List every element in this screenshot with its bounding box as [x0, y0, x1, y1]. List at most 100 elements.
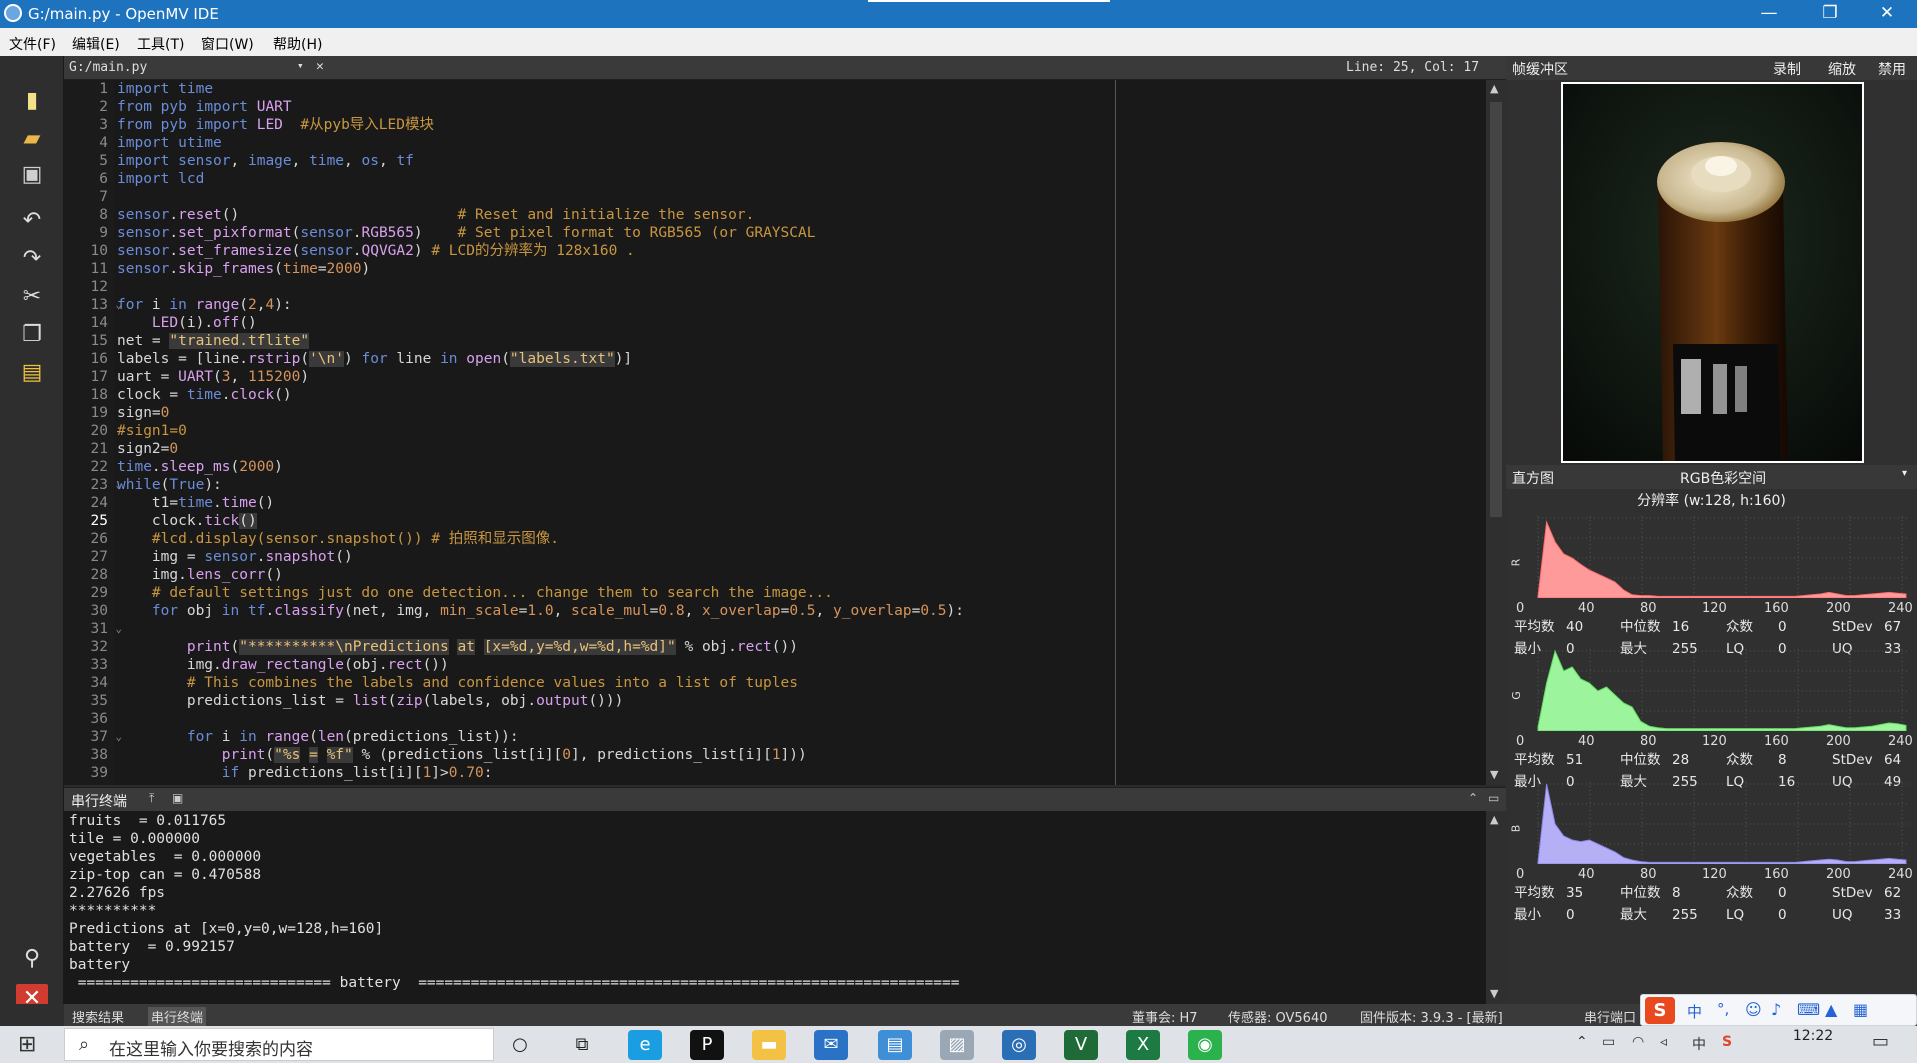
tray-chevron-icon[interactable]: ⌃: [1576, 1034, 1588, 1050]
code-line[interactable]: [117, 188, 1486, 206]
menu-file[interactable]: 文件(F): [9, 34, 56, 54]
code-line[interactable]: [117, 278, 1486, 296]
code-line[interactable]: # default settings just do one detection…: [117, 584, 1486, 602]
code-line[interactable]: t1=time.time(): [117, 494, 1486, 512]
code-line[interactable]: from pyb import UART: [117, 98, 1486, 116]
file-explorer-icon[interactable]: ▬: [752, 1030, 786, 1060]
menu-help[interactable]: 帮助(H): [273, 34, 322, 54]
scroll-up-icon[interactable]: ▲: [1490, 813, 1498, 826]
code-line[interactable]: import time: [117, 80, 1486, 98]
terminal-maximize-icon[interactable]: ▭: [1488, 791, 1499, 805]
emoji-icon[interactable]: ☺: [1745, 1000, 1762, 1019]
code-line[interactable]: if predictions_list[i][1]>0.70:: [117, 764, 1486, 782]
editor-scrollbar[interactable]: ▲ ▼: [1486, 80, 1506, 785]
tab-search-results[interactable]: 搜索结果: [72, 1007, 124, 1026]
scroll-down-icon[interactable]: ▼: [1490, 768, 1498, 781]
code-line[interactable]: sensor.reset() # Reset and initialize th…: [117, 206, 1486, 224]
menu-edit[interactable]: 编辑(E): [72, 34, 120, 54]
ime-chinese-mode[interactable]: 中: [1687, 1001, 1702, 1022]
code-line[interactable]: sensor.set_framesize(sensor.QQVGA2) # LC…: [117, 242, 1486, 260]
code-line[interactable]: #lcd.display(sensor.snapshot()) # 拍照和显示图…: [117, 530, 1486, 548]
terminal-scrollbar[interactable]: ▲ ▼: [1486, 811, 1506, 1004]
code-line[interactable]: uart = UART(3, 115200): [117, 368, 1486, 386]
scroll-down-icon[interactable]: ▼: [1490, 987, 1498, 1000]
close-window-button[interactable]: ✕: [1872, 3, 1902, 23]
restore-button[interactable]: ❐: [1815, 3, 1845, 23]
code-line[interactable]: import lcd: [117, 170, 1486, 188]
code-line[interactable]: labels = [line.rstrip('\n') for line in …: [117, 350, 1486, 368]
app-icon[interactable]: ▤: [878, 1030, 912, 1060]
task-view-icon[interactable]: ⧉: [565, 1030, 599, 1060]
code-line[interactable]: sensor.set_pixformat(sensor.RGB565) # Se…: [117, 224, 1486, 242]
code-line[interactable]: sign=0: [117, 404, 1486, 422]
terminal-collapse-icon[interactable]: ⌃: [1468, 791, 1478, 805]
code-editor[interactable]: 1 2 3 4 5 6 7 8 9 10 11 12 13 ⌄ 14 15 16 17 18 19 20 21 22 23 ⌄ 2…: [64, 80, 1486, 785]
connect-icon[interactable]: ⚲: [16, 944, 48, 974]
photos-icon[interactable]: ▨: [940, 1030, 974, 1060]
menu-tools[interactable]: 工具(T): [137, 34, 184, 54]
code-line[interactable]: #sign1=0: [117, 422, 1486, 440]
open-folder-icon[interactable]: ▰: [16, 124, 48, 154]
terminal-clear-icon[interactable]: ⤒: [149, 791, 154, 806]
code-line[interactable]: print("%s = %f" % (predictions_list[i][0…: [117, 746, 1486, 764]
skin-icon[interactable]: ▲: [1825, 1000, 1837, 1019]
menu-window[interactable]: 窗口(W): [201, 34, 254, 54]
excel-icon[interactable]: X: [1126, 1030, 1160, 1060]
edge-browser-icon[interactable]: e: [628, 1030, 662, 1060]
serial-port-info[interactable]: 串行端口: [1584, 1007, 1636, 1026]
zoom-button[interactable]: 缩放: [1828, 59, 1856, 79]
chevron-down-icon[interactable]: ▾: [1902, 468, 1907, 479]
code-line[interactable]: import utime: [117, 134, 1486, 152]
new-file-icon[interactable]: ▮: [16, 86, 48, 116]
redo-icon[interactable]: ↷: [16, 244, 48, 274]
visio-icon[interactable]: V: [1064, 1030, 1098, 1060]
close-file-icon[interactable]: ✕: [316, 59, 324, 74]
code-text[interactable]: import time from pyb import UART from pyb …: [117, 80, 1486, 785]
pycharm-icon[interactable]: P: [690, 1030, 724, 1060]
code-line[interactable]: for i in range(len(predictions_list)):: [117, 728, 1486, 746]
keyboard-icon[interactable]: ⌨: [1797, 1000, 1820, 1019]
disable-button[interactable]: 禁用: [1878, 59, 1906, 79]
code-line[interactable]: for i in range(2,4):: [117, 296, 1486, 314]
code-line[interactable]: predictions_list = list(zip(labels, obj.…: [117, 692, 1486, 710]
code-line[interactable]: [117, 710, 1486, 728]
code-line[interactable]: clock = time.clock(): [117, 386, 1486, 404]
sogou-tray-icon[interactable]: S: [1722, 1034, 1732, 1050]
volume-icon[interactable]: ◃: [1660, 1034, 1667, 1050]
save-icon[interactable]: ▣: [16, 160, 48, 190]
code-line[interactable]: for obj in tf.classify(net, img, min_sca…: [117, 602, 1486, 620]
code-line[interactable]: img = sensor.snapshot(): [117, 548, 1486, 566]
code-line[interactable]: sensor.skip_frames(time=2000): [117, 260, 1486, 278]
code-line[interactable]: # This combines the labels and confidenc…: [117, 674, 1486, 692]
code-line[interactable]: net = "trained.tflite": [117, 332, 1486, 350]
scroll-thumb[interactable]: [1490, 102, 1502, 517]
windows-start-icon[interactable]: ⊞: [18, 1032, 36, 1057]
code-line[interactable]: import sensor, image, time, os, tf: [117, 152, 1486, 170]
sogou-icon[interactable]: S: [1645, 997, 1675, 1024]
copy-icon[interactable]: ❐: [16, 320, 48, 350]
code-line[interactable]: print("**********\nPredictions at [x=%d,…: [117, 638, 1486, 656]
ime-indicator[interactable]: 中: [1692, 1034, 1706, 1054]
code-line[interactable]: img.lens_corr(): [117, 566, 1486, 584]
tab-serial-terminal[interactable]: 串行终端: [148, 1007, 207, 1026]
toolbox-icon[interactable]: ▦: [1853, 1000, 1868, 1019]
taskbar-clock[interactable]: 12:22: [1778, 1028, 1848, 1044]
cortana-icon[interactable]: ○: [503, 1030, 537, 1060]
record-button[interactable]: 录制: [1773, 59, 1801, 79]
mail-icon[interactable]: ✉: [814, 1030, 848, 1060]
file-tab[interactable]: G:/main.py: [69, 60, 147, 75]
colorspace-select[interactable]: RGB色彩空间: [1680, 468, 1766, 488]
cut-icon[interactable]: ✂: [16, 282, 48, 312]
terminal-output[interactable]: fruits = 0.011765 tile = 0.000000 vegetabl…: [64, 811, 1486, 1004]
code-line[interactable]: clock.tick(): [117, 512, 1486, 530]
terminal-save-icon[interactable]: ▣: [172, 791, 183, 805]
taskbar-search[interactable]: ⌕ 在这里输入你要搜索的内容: [64, 1028, 494, 1061]
paste-icon[interactable]: ▤: [16, 358, 48, 388]
code-line[interactable]: time.sleep_ms(2000): [117, 458, 1486, 476]
code-line[interactable]: LED(i).off(): [117, 314, 1486, 332]
notification-icon[interactable]: ▭: [1872, 1031, 1889, 1052]
firmware-info[interactable]: 固件版本: 3.9.3 - [最新]: [1360, 1007, 1503, 1026]
code-line[interactable]: while(True):: [117, 476, 1486, 494]
code-line[interactable]: from pyb import LED #从pyb导入LED模块: [117, 116, 1486, 134]
voice-icon[interactable]: ♪: [1771, 1000, 1781, 1019]
